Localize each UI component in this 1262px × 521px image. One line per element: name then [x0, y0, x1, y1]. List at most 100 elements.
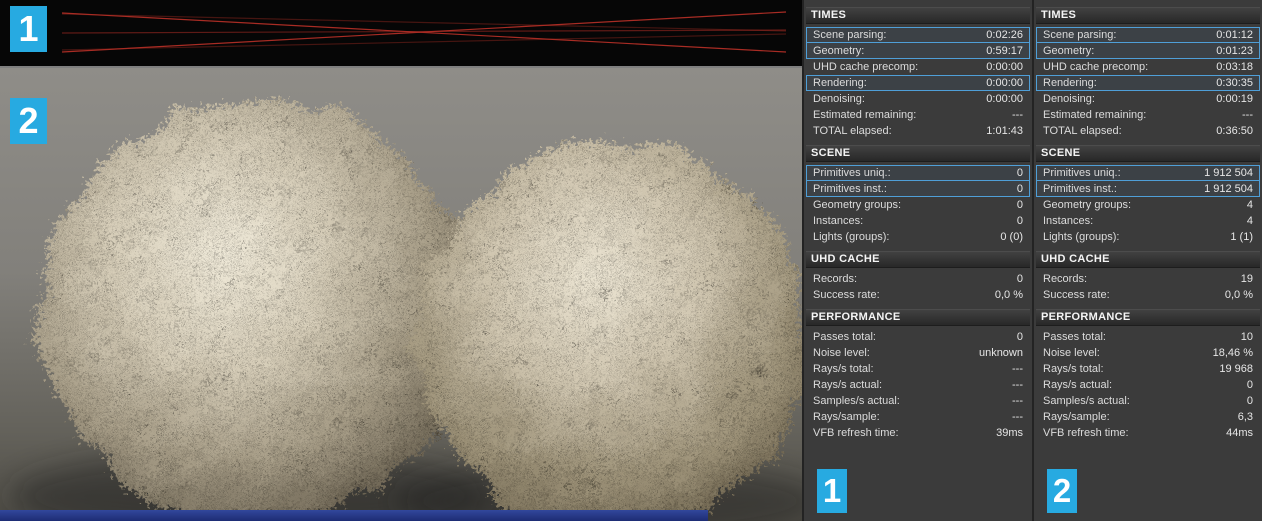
stat-row: Primitives inst.: 1 912 504: [1036, 181, 1260, 197]
stat-label: UHD cache precomp:: [813, 61, 919, 73]
stat-row: Primitives inst.: 0: [806, 181, 1030, 197]
fur-render: [0, 68, 802, 521]
stat-row: Noise level: unknown: [806, 345, 1030, 361]
stat-value: 0: [1016, 331, 1023, 343]
stat-label: Samples/s actual:: [1043, 395, 1130, 407]
stat-row: Rays/sample: ---: [806, 409, 1030, 425]
stat-value: unknown: [978, 347, 1023, 359]
stat-label: Rays/s actual:: [1043, 379, 1113, 391]
wireframe-x-lines: [61, 11, 787, 53]
stat-row: Rays/sample: 6,3: [1036, 409, 1260, 425]
stat-value: 0,0 %: [1224, 289, 1253, 301]
stat-row: Lights (groups): 0 (0): [806, 229, 1030, 245]
stat-row: UHD cache precomp: 0:00:00: [806, 59, 1030, 75]
progress-bar: [0, 510, 708, 521]
stat-value: 44ms: [1226, 427, 1253, 439]
stat-row: Denoising: 0:00:00: [806, 91, 1030, 107]
stat-label: Geometry groups:: [813, 199, 902, 211]
region-2-badge: 2: [10, 98, 47, 144]
stat-row: Geometry: 0:01:23: [1036, 43, 1260, 59]
stat-row: Estimated remaining: ---: [806, 107, 1030, 123]
stat-label: Rays/s actual:: [813, 379, 883, 391]
stat-label: Rendering:: [1043, 77, 1097, 89]
stat-value: 1:01:43: [986, 125, 1023, 137]
stat-value: 0 (0): [1000, 231, 1023, 243]
stat-label: Primitives uniq.:: [1043, 167, 1121, 179]
stat-label: Rays/s total:: [1043, 363, 1104, 375]
stat-label: Instances:: [1043, 215, 1094, 227]
stat-row: UHD cache precomp: 0:03:18: [1036, 59, 1260, 75]
stat-value: 0:59:17: [986, 44, 1023, 57]
stat-value: 4: [1246, 215, 1253, 227]
stat-row: Rendering: 0:00:00: [806, 75, 1030, 91]
stat-value: 4: [1246, 199, 1253, 211]
stat-label: Rays/sample:: [1043, 411, 1110, 423]
stat-value: 0:30:35: [1216, 77, 1253, 89]
stat-row: Geometry groups: 0: [806, 197, 1030, 213]
stat-row: Records: 0: [806, 271, 1030, 287]
stat-label: Geometry:: [813, 44, 865, 57]
stat-row: Rays/s total: ---: [806, 361, 1030, 377]
stat-value: ---: [1012, 109, 1023, 121]
stat-label: Lights (groups):: [1043, 231, 1120, 243]
stat-row: Estimated remaining: ---: [1036, 107, 1260, 123]
stat-value: 0: [1246, 395, 1253, 407]
stat-value: 0: [1016, 215, 1023, 227]
stat-value: ---: [1012, 395, 1023, 407]
stat-label: Scene parsing:: [1043, 29, 1117, 41]
stat-row: VFB refresh time: 44ms: [1036, 425, 1260, 441]
stat-value: 0:01:23: [1216, 44, 1253, 57]
stat-value: 0:00:00: [986, 77, 1023, 89]
section-header-scene: SCENE: [806, 145, 1030, 162]
stat-row: Rendering: 0:30:35: [1036, 75, 1260, 91]
stat-value: ---: [1012, 379, 1023, 391]
stat-label: Noise level:: [1043, 347, 1100, 359]
stat-value: 0:02:26: [986, 29, 1023, 41]
stat-label: TOTAL elapsed:: [813, 125, 892, 137]
stat-value: 0,0 %: [994, 289, 1023, 301]
stat-label: Noise level:: [813, 347, 870, 359]
app-root: 1 2 TIMES Scene parsing: 0:02:26 Geometry: 0…: [0, 0, 1262, 521]
stat-value: 1 912 504: [1204, 182, 1253, 195]
stat-label: Scene parsing:: [813, 29, 887, 41]
stat-value: 10: [1240, 331, 1253, 343]
fur-render-image: [0, 66, 802, 521]
stat-row: VFB refresh time: 39ms: [806, 425, 1030, 441]
section-header-times: TIMES: [1036, 7, 1260, 24]
stat-row: Samples/s actual: 0: [1036, 393, 1260, 409]
stat-label: Success rate:: [813, 289, 880, 301]
stat-row: Rays/s total: 19 968: [1036, 361, 1260, 377]
stat-row: Scene parsing: 0:02:26: [806, 27, 1030, 43]
stat-row: Rays/s actual: 0: [1036, 377, 1260, 393]
region-1-badge: 1: [10, 6, 47, 52]
stat-value: ---: [1012, 411, 1023, 423]
stat-row: Geometry groups: 4: [1036, 197, 1260, 213]
stat-value: 0:00:00: [986, 61, 1023, 73]
section-header-performance: PERFORMANCE: [806, 309, 1030, 326]
stat-label: Estimated remaining:: [813, 109, 917, 121]
stats-panel-1: TIMES Scene parsing: 0:02:26 Geometry: 0:59:…: [802, 0, 1032, 521]
stat-label: Geometry groups:: [1043, 199, 1132, 211]
stat-value: 18,46 %: [1212, 347, 1253, 359]
stat-label: VFB refresh time:: [1043, 427, 1129, 439]
stat-value: 6,3: [1237, 411, 1253, 423]
stat-row: Samples/s actual: ---: [806, 393, 1030, 409]
stat-label: Samples/s actual:: [813, 395, 900, 407]
stat-value: 0:36:50: [1216, 125, 1253, 137]
stat-label: Passes total:: [813, 331, 876, 343]
stat-row: Passes total: 10: [1036, 329, 1260, 345]
stat-label: Primitives inst.:: [1043, 182, 1117, 195]
stat-label: Rays/s total:: [813, 363, 874, 375]
stat-row: Success rate: 0,0 %: [806, 287, 1030, 303]
render-viewport: 1 2: [0, 0, 802, 521]
section-header-performance: PERFORMANCE: [1036, 309, 1260, 326]
stat-label: Denoising:: [813, 93, 865, 105]
stat-label: Primitives inst.:: [813, 182, 887, 195]
stat-label: Passes total:: [1043, 331, 1106, 343]
stat-value: 19 968: [1219, 363, 1253, 375]
stat-value: 0:01:12: [1216, 29, 1253, 41]
stat-row: Passes total: 0: [806, 329, 1030, 345]
stat-label: Records:: [813, 273, 858, 285]
stat-value: 0: [1016, 199, 1023, 211]
section-header-uhd-cache: UHD CACHE: [806, 251, 1030, 268]
